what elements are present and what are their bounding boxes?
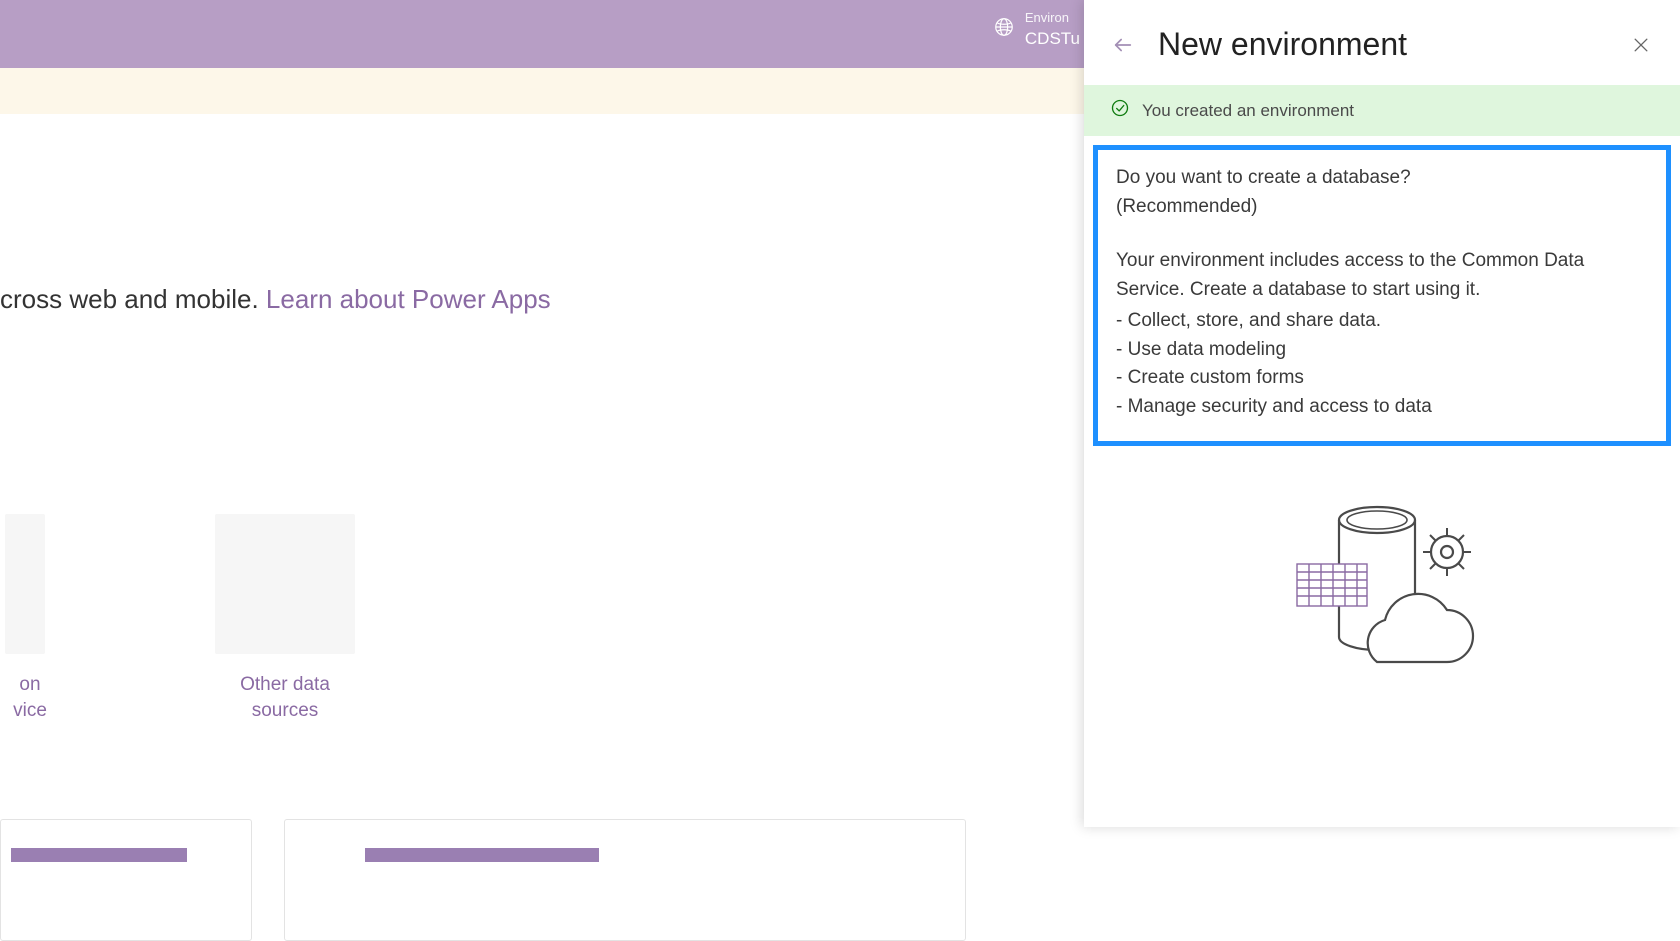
database-prompt-callout: Do you want to create a database? (Recom… [1093, 145, 1671, 446]
prompt-question-line2: (Recommended) [1116, 196, 1258, 217]
panel-title: New environment [1158, 26, 1606, 63]
checkmark-circle-icon [1110, 98, 1130, 123]
prompt-bullet: - Use data modeling [1116, 336, 1648, 365]
tile-thumbnail [215, 514, 355, 654]
layout-accent-bar [11, 848, 187, 862]
tagline: cross web and mobile. Learn about Power … [0, 284, 551, 315]
tile-label-line2: sources [252, 698, 319, 724]
close-icon [1631, 35, 1651, 55]
new-environment-panel: New environment You created an environme… [1084, 0, 1680, 827]
close-button[interactable] [1628, 32, 1654, 58]
globe-icon [993, 16, 1015, 43]
layout-accent-bar [365, 848, 599, 862]
learn-link[interactable]: Learn about Power Apps [266, 284, 551, 314]
prompt-bullet: - Create custom forms [1116, 364, 1648, 393]
prompt-bullet: - Manage security and access to data [1116, 393, 1648, 422]
prompt-bullet: - Collect, store, and share data. [1116, 307, 1648, 336]
tile-other-data-sources[interactable]: Other data sources [205, 514, 365, 723]
panel-header: New environment [1084, 0, 1680, 85]
env-label: Environ [1025, 10, 1080, 26]
tile-common-data-service[interactable]: on vice [0, 514, 150, 723]
tagline-text: cross web and mobile. [0, 284, 266, 314]
env-value: CDSTu [1025, 28, 1080, 50]
prompt-description: Your environment includes access to the … [1116, 247, 1648, 304]
layout-template-card[interactable] [284, 819, 966, 941]
success-banner: You created an environment [1084, 85, 1680, 136]
tile-thumbnail [5, 514, 45, 654]
tile-label-line1: on [13, 672, 47, 698]
back-button[interactable] [1110, 32, 1136, 58]
success-message: You created an environment [1142, 101, 1354, 121]
environment-selector[interactable]: Environ CDSTu [993, 10, 1080, 50]
tile-label-line2: vice [13, 698, 47, 724]
tile-label-line1: Other data [240, 672, 330, 698]
prompt-question-line1: Do you want to create a database? [1116, 167, 1411, 188]
layout-template-card[interactable] [0, 819, 252, 941]
arrow-left-icon [1112, 34, 1134, 56]
database-illustration [1084, 502, 1680, 682]
